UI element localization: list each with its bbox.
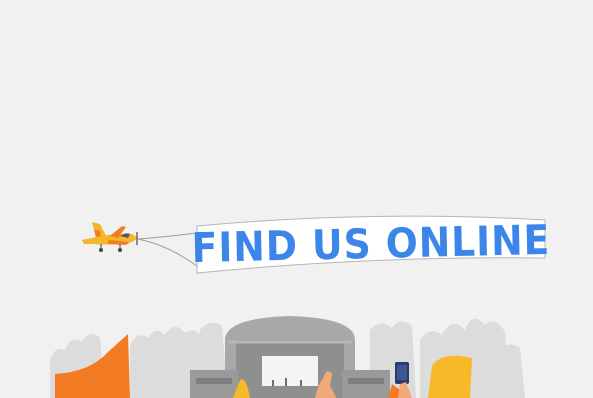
smartphone-icon [395,362,409,384]
festival-illustration: FIND US ONLINE [0,0,593,398]
illustration-canvas [50,215,546,398]
tow-line [137,232,198,240]
banner-cloth [196,215,546,274]
airplane-icon [82,222,138,252]
